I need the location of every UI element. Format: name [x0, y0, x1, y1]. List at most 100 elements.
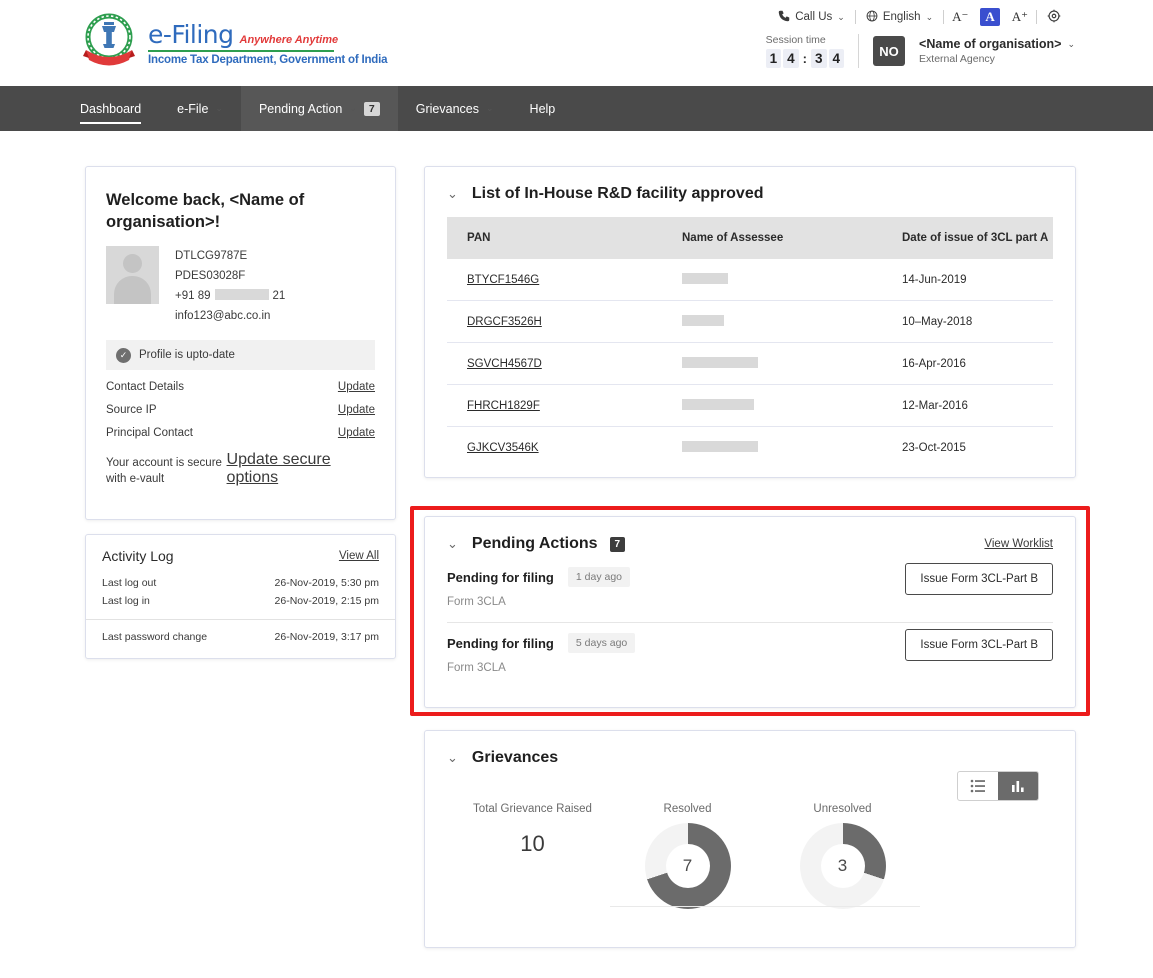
nav-item-grievances[interactable]: Grievances ⌄: [398, 86, 512, 131]
chevron-down-icon[interactable]: ⌄: [447, 186, 458, 202]
settings-button[interactable]: [1037, 9, 1071, 26]
table-row: FHRCH1829F 12-Mar-2016: [447, 385, 1053, 427]
metric-value: 7: [666, 844, 710, 888]
nav-item-help[interactable]: Help: [512, 86, 574, 131]
phone-prefix: +91 89: [175, 290, 211, 302]
gear-icon: [1047, 9, 1061, 26]
grievances-title: Grievances: [472, 749, 558, 767]
profile-phone: +91 89 21: [175, 286, 285, 306]
divider: [858, 34, 859, 68]
issue-date: 12-Mar-2016: [882, 385, 1053, 427]
main-navigation: Dashboard e-File ⌄ Pending Action ⌄ 7 Gr…: [0, 86, 1153, 131]
chart-baseline: [610, 906, 920, 907]
nav-item-dashboard[interactable]: Dashboard: [62, 86, 159, 131]
rd-facility-title: List of In-House R&D facility approved: [472, 185, 764, 203]
activity-value: 26-Nov-2019, 5:30 pm: [275, 577, 379, 589]
activity-log-title: Activity Log: [102, 548, 174, 564]
phone-suffix: 21: [273, 290, 286, 302]
brand-text: e-Filing Anywhere Anytime Income Tax Dep…: [148, 12, 387, 66]
session-digit-2: 4: [783, 49, 799, 68]
brand-logo[interactable]: e-Filing Anywhere Anytime Income Tax Dep…: [78, 12, 387, 72]
contact-details-label: Contact Details: [106, 381, 184, 393]
update-principal-contact-link[interactable]: Update: [338, 427, 375, 439]
contact-details-row: Contact Details Update: [106, 370, 375, 393]
profile-pan: DTLCG9787E: [175, 246, 285, 266]
activity-label: Last log out: [102, 577, 156, 589]
brand-department: Income Tax Department, Government of Ind…: [148, 54, 387, 66]
font-size-decrease-button[interactable]: A⁻: [944, 9, 976, 25]
table-header-row: PAN Name of Assessee Date of issue of 3C…: [447, 217, 1053, 259]
session-colon: :: [801, 51, 809, 66]
session-digit-4: 4: [829, 49, 845, 68]
profile-status-label: Profile is upto-date: [139, 349, 235, 361]
account-menu[interactable]: <Name of organisation> ⌄ External Agency: [919, 37, 1075, 65]
rd-facility-card: ⌄ List of In-House R&D facility approved…: [424, 166, 1076, 478]
unresolved-donut-chart: 3: [800, 823, 886, 909]
update-source-ip-link[interactable]: Update: [338, 404, 375, 416]
table-row: BTYCF1546G 14-Jun-2019: [447, 259, 1053, 301]
pan-link[interactable]: SGVCH4567D: [467, 358, 542, 370]
view-all-link[interactable]: View All: [339, 550, 379, 562]
update-secure-options-link[interactable]: Update secure options: [227, 451, 375, 487]
column-header-pan: PAN: [447, 217, 662, 259]
activity-row-password: Last password change 26-Nov-2019, 3:17 p…: [86, 620, 395, 646]
bar-chart-icon[interactable]: [998, 772, 1038, 800]
font-size-normal-button[interactable]: A: [980, 8, 999, 26]
language-label: English: [883, 11, 921, 23]
pan-link[interactable]: FHRCH1829F: [467, 400, 540, 412]
metric-value: 10: [455, 831, 610, 857]
activity-value: 26-Nov-2019, 3:17 pm: [275, 631, 379, 643]
pan-link[interactable]: GJKCV3546K: [467, 442, 539, 454]
source-ip-label: Source IP: [106, 404, 157, 416]
check-circle-icon: ✓: [116, 348, 131, 363]
metric-label: Unresolved: [765, 803, 920, 815]
brand-divider: [148, 50, 334, 52]
chevron-down-icon: ⌄: [837, 12, 845, 23]
issue-date: 10–May-2018: [882, 301, 1053, 343]
active-indicator: [80, 122, 141, 125]
principal-contact-row: Principal Contact Update: [106, 416, 375, 439]
issue-date: 14-Jun-2019: [882, 259, 1053, 301]
issue-date: 16-Apr-2016: [882, 343, 1053, 385]
call-us-menu[interactable]: Call Us ⌄: [768, 10, 855, 25]
phone-icon: [778, 10, 790, 25]
font-size-increase-button[interactable]: A⁺: [1004, 9, 1036, 25]
redacted-phone-segment: [215, 289, 269, 300]
update-contact-details-link[interactable]: Update: [338, 381, 375, 393]
nav-badge-count: 7: [364, 102, 380, 116]
metric-resolved: Resolved 7: [610, 803, 765, 909]
metric-unresolved: Unresolved 3: [765, 803, 920, 909]
evault-status-text: Your account is secure with e-vault: [106, 455, 227, 487]
profile-details: DTLCG9787E PDES03028F +91 8921 info123@a…: [175, 246, 285, 327]
profile-avatar-placeholder: [106, 246, 159, 304]
column-header-date: Date of issue of 3CL part A: [882, 217, 1053, 259]
source-ip-row: Source IP Update: [106, 393, 375, 416]
list-view-icon[interactable]: [958, 772, 998, 800]
pan-link[interactable]: BTYCF1546G: [467, 274, 539, 286]
call-us-label: Call Us: [795, 11, 832, 23]
nav-item-efile[interactable]: e-File ⌄: [159, 86, 241, 131]
pan-link[interactable]: DRGCF3526H: [467, 316, 542, 328]
redacted-assessee-name: [682, 441, 758, 452]
chevron-down-icon: ⌄: [926, 12, 934, 23]
evault-row: Your account is secure with e-vault Upda…: [106, 439, 375, 487]
chevron-down-icon[interactable]: ⌄: [447, 750, 458, 766]
pending-actions-highlight-box: [410, 506, 1090, 716]
dashboard-page: e-Filing Anywhere Anytime Income Tax Dep…: [0, 0, 1153, 978]
welcome-message: Welcome back, <Name of organisation>!: [106, 189, 375, 234]
account-type: External Agency: [919, 53, 1075, 65]
chevron-down-icon: ⌄: [349, 103, 357, 114]
activity-row-login: Last log in 26-Nov-2019, 2:15 pm: [86, 592, 395, 610]
india-emblem-icon: [78, 12, 140, 72]
language-menu[interactable]: English ⌄: [856, 10, 943, 25]
metric-label: Resolved: [610, 803, 765, 815]
metric-label: Total Grievance Raised: [455, 803, 610, 815]
session-digit-1: 1: [766, 49, 782, 68]
rd-facility-table: PAN Name of Assessee Date of issue of 3C…: [447, 217, 1053, 468]
nav-label: Help: [530, 102, 556, 116]
avatar[interactable]: NO: [873, 36, 905, 66]
chevron-down-icon: ⌄: [486, 103, 494, 114]
nav-item-pending-action[interactable]: Pending Action ⌄ 7: [241, 86, 398, 131]
redacted-assessee-name: [682, 357, 758, 368]
nav-label: Pending Action: [259, 102, 342, 116]
